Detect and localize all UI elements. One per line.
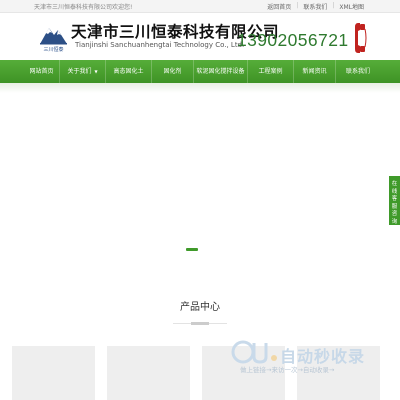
nav-item-cases[interactable]: 工程案例 [248,60,294,83]
home-link[interactable]: 返回首页 [267,2,291,11]
product-card[interactable] [107,346,190,400]
hotline-number: 13902056721 [237,30,349,50]
nav-item-contact[interactable]: 联系我们 [336,60,380,83]
side-tab-char: 服 [391,203,398,210]
nav-item-label: 高态固化土 [113,68,144,75]
link-divider: | [296,2,299,9]
nav-item-about[interactable]: 关于我们 ▼ [60,60,106,83]
top-utility-bar: 天津市三川恒泰科技有限公司欢迎您! 返回首页 | 联系我们 | XML地图 [0,0,400,13]
banner-top-fade [0,83,400,93]
telephone-icon [355,23,367,53]
side-tab-char: 咨 [391,211,398,217]
company-logo[interactable]: 三川恒泰 [38,22,69,56]
slide-indicator[interactable] [186,248,198,251]
nav-item-label: 网站首页 [29,68,54,75]
side-tab-char: 询 [391,218,398,225]
product-card[interactable] [12,346,95,400]
nav-item-label: 固化剂 [163,68,182,75]
site-header: 三川恒泰 天津市三川恒泰科技有限公司 Tianjinshi Sanchuanhe… [0,13,400,60]
products-section-title: 产品中心 [180,302,220,313]
company-name-en: Tianjinshi Sanchuanhengtai Technology Co… [75,41,245,49]
nav-item-home[interactable]: 网站首页 [24,60,60,83]
hero-banner [0,83,400,267]
nav-item-label: 新闻资讯 [302,68,327,75]
watermark-tagline: 做上链接→来访一次→自动收录→ [240,366,335,374]
caret-down-icon: ▼ [94,69,98,74]
nav-item-solidified-soil[interactable]: 高态固化土 [106,60,152,83]
watermark-logo-icon [231,340,277,364]
title-divider [173,322,227,325]
link-divider: | [332,2,335,9]
online-service-tab[interactable]: 在 线 客 服 咨 询 [389,176,400,225]
main-nav: 网站首页 关于我们 ▼ 高态固化土 固化剂 软泥固化搅拌设备 工程案例 新闻资讯 … [0,60,400,83]
side-tab-char: 客 [391,196,398,202]
watermark-overlay: 自动秒收录 做上链接→来访一次→自动收录→ [228,339,388,377]
nav-item-label: 关于我们 [67,68,92,75]
welcome-text: 天津市三川恒泰科技有限公司欢迎您! [34,4,133,11]
nav-item-label: 联系我们 [345,68,370,75]
nav-item-equipment[interactable]: 软泥固化搅拌设备 [194,60,248,83]
nav-item-label: 软泥固化搅拌设备 [196,68,245,75]
mountain-logo-icon [40,28,67,45]
nav-item-news[interactable]: 新闻资讯 [294,60,336,83]
contact-link[interactable]: 联系我们 [303,2,327,11]
nav-item-label: 工程案例 [258,68,283,75]
nav-item-curing-agent[interactable]: 固化剂 [152,60,194,83]
side-tab-char: 在 [391,181,398,187]
top-links: 返回首页 | 联系我们 | XML地图 [267,2,364,11]
side-tab-char: 线 [391,188,398,195]
sitemap-link[interactable]: XML地图 [339,2,364,11]
logo-caption: 三川恒泰 [43,47,64,53]
